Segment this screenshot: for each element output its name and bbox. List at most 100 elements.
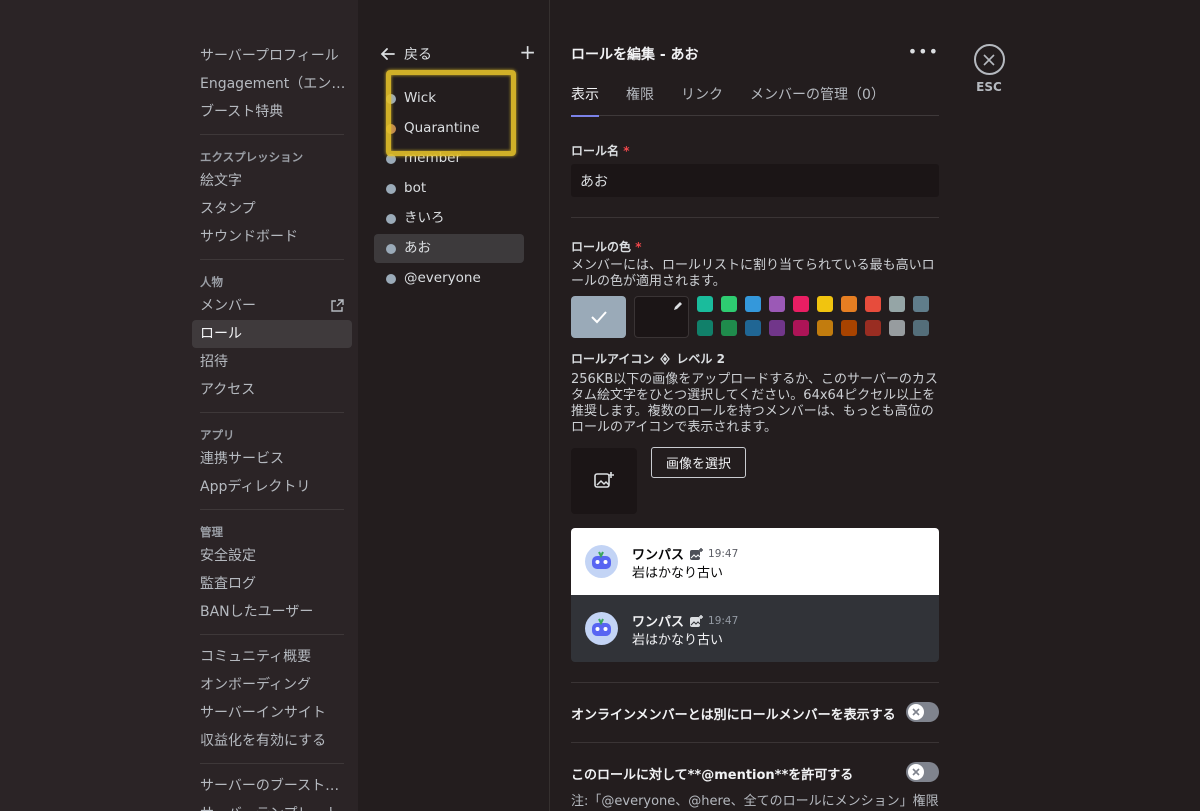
role-name-label: ロール名 *: [571, 144, 630, 158]
sidebar-item[interactable]: サーバーのブースト状態: [192, 772, 352, 800]
color-swatch[interactable]: [697, 296, 713, 312]
color-swatch[interactable]: [745, 296, 761, 312]
sidebar-item[interactable]: サーバーテンプレート: [192, 800, 352, 811]
nav-label: 絵文字: [200, 173, 242, 189]
sidebar-item[interactable]: 監査ログ: [192, 570, 352, 598]
role-list-item[interactable]: member: [374, 144, 536, 173]
custom-color-swatch[interactable]: [634, 296, 689, 338]
sidebar-item[interactable]: メンバー: [192, 292, 352, 320]
sidebar-item[interactable]: サーバープロフィール: [192, 42, 352, 70]
tab-bar: 表示 権限 リンク メンバーの管理（0）: [571, 84, 939, 117]
sidebar-item[interactable]: 招待: [192, 348, 352, 376]
color-swatch[interactable]: [913, 320, 929, 336]
color-swatch[interactable]: [841, 320, 857, 336]
sidebar-item[interactable]: アクセス: [192, 376, 352, 404]
role-list-item[interactable]: きいろ: [374, 204, 536, 233]
nav-label: サーバーテンプレート: [200, 806, 339, 811]
more-options-button[interactable]: •••: [908, 42, 939, 61]
sidebar-item-roles[interactable]: ロール: [192, 320, 352, 348]
choose-image-button[interactable]: 画像を選択: [651, 447, 746, 478]
color-swatch[interactable]: [889, 296, 905, 312]
sidebar-item[interactable]: オンボーディング: [192, 671, 352, 699]
default-color-swatch[interactable]: [571, 296, 626, 338]
hoist-toggle[interactable]: [906, 702, 939, 722]
color-swatch[interactable]: [769, 296, 785, 312]
divider: [200, 634, 344, 635]
check-icon: [590, 311, 607, 324]
role-icon: [690, 547, 704, 560]
color-swatch[interactable]: [721, 320, 737, 336]
tab[interactable]: 権限: [626, 84, 654, 116]
role-color-dot: [386, 183, 396, 194]
preview-time: 19:47: [708, 614, 739, 627]
color-swatch[interactable]: [865, 296, 881, 312]
color-swatch[interactable]: [697, 320, 713, 336]
role-color-description: メンバーには、ロールリストに割り当てられている最も高いロールの色が適用されます。: [571, 258, 935, 289]
sidebar-item[interactable]: スタンプ: [192, 195, 352, 223]
settings-sidebar: サーバープロフィール Engagement（エンゲ... ブースト特典 エクスプレッシ…: [0, 0, 358, 811]
preview-time: 19:47: [708, 547, 739, 560]
sidebar-item[interactable]: 収益化を有効にする: [192, 727, 352, 755]
back-button[interactable]: 戻る: [380, 44, 432, 64]
sidebar-item[interactable]: サウンドボード: [192, 223, 352, 251]
divider: [200, 763, 344, 764]
role-color-dot: [386, 93, 396, 104]
tab[interactable]: 表示: [571, 84, 599, 117]
role-name: きいろ: [404, 210, 445, 226]
sidebar-item[interactable]: コミュニティ概要: [192, 643, 352, 671]
sidebar-item[interactable]: 連携サービス: [192, 445, 352, 473]
nav-label: コミュニティ概要: [200, 649, 312, 665]
role-list-item[interactable]: Quarantine: [374, 114, 536, 143]
tab[interactable]: メンバーの管理（0）: [750, 84, 885, 116]
sidebar-item[interactable]: 絵文字: [192, 167, 352, 195]
nav-label: 監査ログ: [200, 576, 256, 592]
color-swatch[interactable]: [793, 296, 809, 312]
sidebar-item[interactable]: Engagement（エンゲ...: [192, 70, 352, 98]
role-icon-upload[interactable]: [571, 448, 637, 514]
color-swatch[interactable]: [889, 320, 905, 336]
x-icon: [912, 708, 920, 716]
divider: [571, 217, 939, 218]
role-name-input[interactable]: [571, 164, 939, 197]
color-swatch[interactable]: [841, 296, 857, 312]
back-label: 戻る: [404, 47, 432, 63]
x-icon: [912, 768, 920, 776]
role-list-item[interactable]: あお: [374, 234, 524, 263]
sidebar-item[interactable]: Appディレクトリ: [192, 473, 352, 501]
color-swatch[interactable]: [817, 296, 833, 312]
sidebar-item[interactable]: BANしたユーザー: [192, 598, 352, 626]
boost-gem-icon: [660, 352, 671, 365]
role-list-item[interactable]: @everyone: [374, 264, 536, 293]
arrow-left-icon: [380, 48, 395, 60]
color-swatch[interactable]: [793, 320, 809, 336]
close-button[interactable]: ESC: [972, 44, 1006, 94]
avatar: [585, 612, 618, 645]
role-name: Quarantine: [404, 120, 480, 136]
role-name: member: [404, 150, 462, 166]
tab[interactable]: リンク: [681, 84, 723, 116]
role-list-item[interactable]: Wick: [374, 84, 536, 113]
color-swatch[interactable]: [769, 320, 785, 336]
nav-label: オンボーディング: [200, 677, 312, 693]
preview-message: 岩はかなり古い: [632, 633, 724, 648]
nav-label: スタンプ: [200, 201, 256, 217]
nav-label: サウンドボード: [200, 229, 298, 245]
sidebar-item[interactable]: ブースト特典: [192, 98, 352, 126]
color-swatch[interactable]: [817, 320, 833, 336]
color-palette: [697, 296, 941, 344]
color-swatch[interactable]: [721, 296, 737, 312]
sidebar-item[interactable]: サーバーインサイト: [192, 699, 352, 727]
mention-toggle[interactable]: [906, 762, 939, 782]
nav-section-header: 管理: [200, 525, 223, 539]
color-swatch[interactable]: [913, 296, 929, 312]
nav-label: 収益化を有効にする: [200, 733, 327, 749]
add-role-button[interactable]: +: [519, 42, 536, 62]
color-swatch[interactable]: [865, 320, 881, 336]
color-swatch[interactable]: [745, 320, 761, 336]
sidebar-item[interactable]: 安全設定: [192, 542, 352, 570]
role-name: @everyone: [404, 270, 481, 286]
role-list-item[interactable]: bot: [374, 174, 536, 203]
divider: [200, 259, 344, 260]
close-icon: [983, 53, 995, 66]
role-name: bot: [404, 180, 427, 196]
